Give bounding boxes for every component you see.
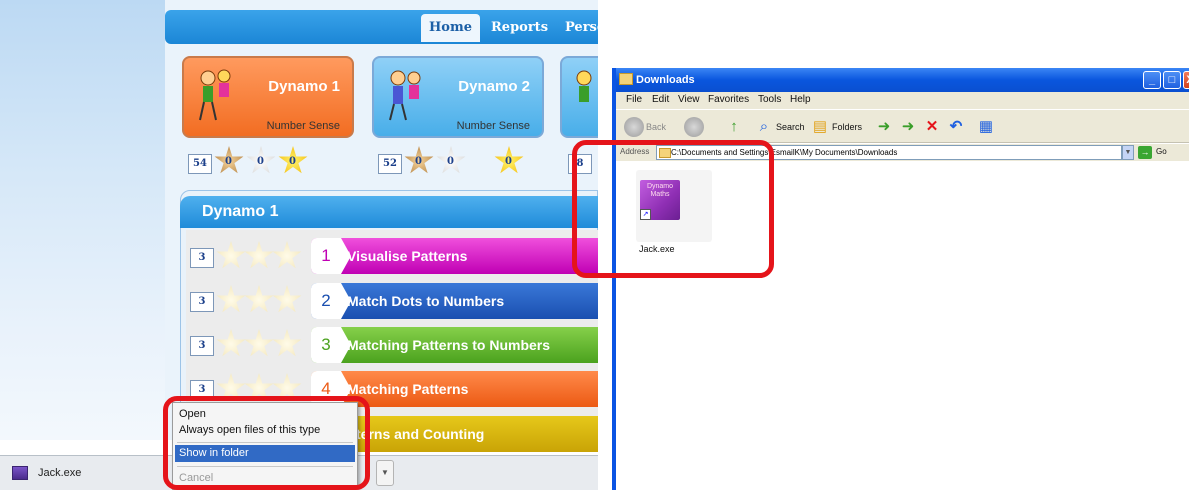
address-dropdown-icon[interactable]: ▼ <box>1122 145 1134 160</box>
window-title: Downloads <box>636 74 695 86</box>
lesson-score-box: 3 <box>190 248 214 268</box>
lesson-label: Matching Patterns to Numbers <box>347 337 551 353</box>
explorer-window: Downloads _ □ X File Edit View Favorites… <box>612 68 1189 490</box>
search-button-label[interactable]: Search <box>776 118 805 136</box>
star-count: 0 <box>257 156 264 167</box>
card-subtitle: Number Sense <box>456 120 530 132</box>
menu-edit[interactable]: Edit <box>652 94 669 105</box>
top-nav-bar: Home Reports Perso <box>165 10 598 44</box>
star-count: 0 <box>225 156 232 167</box>
explorer-title-bar: Downloads _ □ X <box>616 68 1189 92</box>
star-count: 0 <box>505 156 512 167</box>
folders-icon[interactable]: ▤ <box>810 117 830 137</box>
exe-file-icon <box>12 466 28 480</box>
copy-to-icon[interactable]: ➜ <box>898 117 918 137</box>
close-icon[interactable]: X <box>1183 71 1189 89</box>
tab-home[interactable]: Home <box>421 14 480 42</box>
go-arrow-icon[interactable]: → <box>1138 146 1152 159</box>
lesson-score-box: 3 <box>190 336 214 356</box>
star-count: 0 <box>415 156 422 167</box>
menu-favorites[interactable]: Favorites <box>708 94 749 105</box>
kids-illustration-icon <box>576 70 592 102</box>
star-count: 0 <box>447 156 454 167</box>
dynamo-1-card[interactable]: Dynamo 1 Number Sense <box>182 56 354 138</box>
minimize-icon[interactable]: _ <box>1143 71 1161 89</box>
back-arrow-icon[interactable] <box>624 117 644 137</box>
highlight-ring <box>163 396 370 490</box>
card-title: Dynamo 2 <box>458 78 530 95</box>
menu-help[interactable]: Help <box>790 94 811 105</box>
lesson-number: 2 <box>311 283 351 319</box>
dynamo-3-card[interactable] <box>560 56 598 138</box>
undo-icon[interactable]: ↶ <box>946 117 966 137</box>
menu-view[interactable]: View <box>678 94 700 105</box>
delete-icon[interactable]: ✕ <box>922 117 942 137</box>
lesson-label: Match Dots to Numbers <box>347 293 505 309</box>
card-subtitle: Number Sense <box>266 120 340 132</box>
back-button-label[interactable]: Back <box>646 118 666 136</box>
download-file-name: Jack.exe <box>38 467 82 479</box>
card-score-box: 54 <box>188 154 212 174</box>
menu-file[interactable]: File <box>626 94 642 105</box>
kids-illustration-icon <box>199 69 231 121</box>
dynamo-2-card[interactable]: Dynamo 2 Number Sense <box>372 56 544 138</box>
card-score-box: 52 <box>378 154 402 174</box>
maximize-icon[interactable]: □ <box>1163 71 1181 89</box>
folders-button-label[interactable]: Folders <box>832 118 862 136</box>
card-title: Dynamo 1 <box>268 78 340 95</box>
section-title: Dynamo 1 <box>202 203 279 220</box>
tab-reports[interactable]: Reports <box>483 14 556 42</box>
views-icon[interactable]: ▦ <box>976 117 996 137</box>
move-to-icon[interactable]: ➜ <box>874 117 894 137</box>
menu-tools[interactable]: Tools <box>758 94 781 105</box>
kids-illustration-icon <box>389 70 421 121</box>
lesson-row-visualise-patterns[interactable]: 1 Visualise Patterns <box>311 238 598 274</box>
tab-personal[interactable]: Perso <box>557 14 598 42</box>
explorer-toolbar: Back ↑ ⌕ Search ▤ Folders ➜ ➜ ✕ ↶ ▦ <box>616 109 1189 143</box>
folder-icon <box>619 73 633 85</box>
go-button-label[interactable]: Go <box>1156 147 1167 156</box>
search-icon[interactable]: ⌕ <box>754 117 774 137</box>
section-header: Dynamo 1 <box>180 196 598 228</box>
highlight-ring <box>572 140 774 278</box>
explorer-menu-bar: File Edit View Favorites Tools Help <box>616 92 1189 109</box>
star-count: 0 <box>289 156 296 167</box>
lesson-number: 1 <box>311 238 351 274</box>
folder-up-icon[interactable]: ↑ <box>724 117 744 137</box>
download-menu-arrow-icon[interactable]: ▼ <box>376 460 394 486</box>
forward-arrow-icon[interactable] <box>684 117 704 137</box>
lesson-number: 3 <box>311 327 351 363</box>
lesson-label: terns and Counting <box>356 426 485 442</box>
lesson-label: Visualise Patterns <box>347 248 468 264</box>
lesson-row-matching-patterns-numbers[interactable]: 3 Matching Patterns to Numbers <box>311 327 598 363</box>
lesson-row-match-dots[interactable]: 2 Match Dots to Numbers <box>311 283 598 319</box>
lesson-score-box: 3 <box>190 292 214 312</box>
